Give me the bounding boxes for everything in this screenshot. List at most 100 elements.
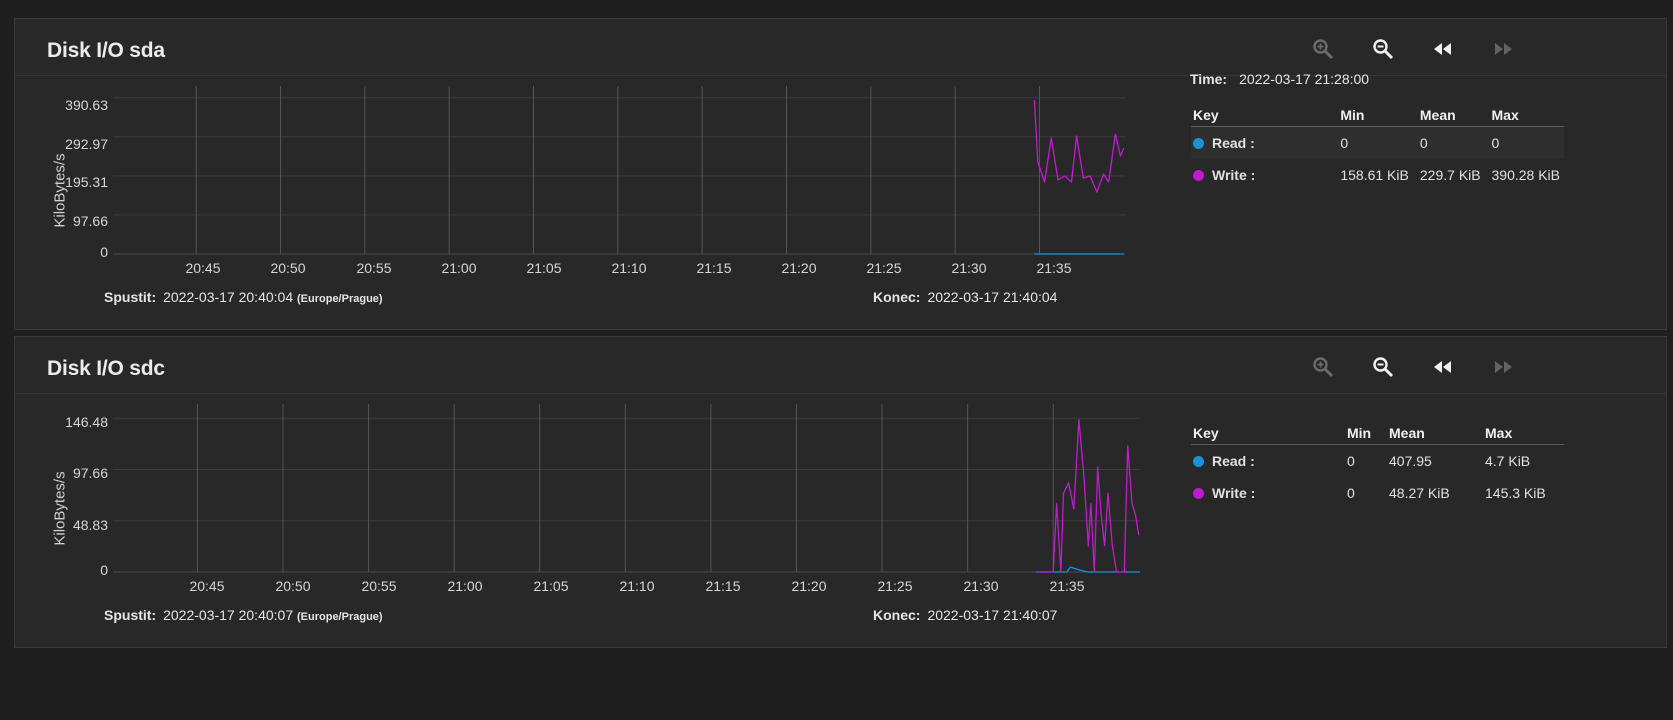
x-tick-label: 21:10 <box>619 578 655 594</box>
start-range: Spustit: 2022-03-17 20:40:07 (Europe/Prag… <box>104 607 390 623</box>
rewind-button[interactable] <box>1429 355 1457 379</box>
x-tick-label: 21:10 <box>611 260 647 276</box>
legend-key-label: Write : <box>1212 485 1256 501</box>
x-tick-label: 21:20 <box>791 578 827 594</box>
chart-panel-sdc: Disk I/O sdc 146.48 97.66 48.83 0 20:45 … <box>14 336 1667 648</box>
legend-max: 390.28 KiB <box>1491 167 1561 183</box>
zoom-out-icon <box>1373 39 1394 60</box>
x-tick-label: 21:30 <box>963 578 999 594</box>
rewind-icon <box>1434 43 1451 55</box>
timezone: (Europe/Prague) <box>297 293 383 305</box>
series-line-write <box>1033 99 1125 193</box>
fast-forward-button[interactable] <box>1489 355 1517 379</box>
legend-max: 0 <box>1489 126 1564 159</box>
legend-mean: 0 <box>1417 126 1490 159</box>
legend-max: 4.7 KiB <box>1485 453 1531 469</box>
x-tick-label: 21:25 <box>877 578 913 594</box>
legend-header-key: Key <box>1191 421 1345 445</box>
end-range: Konec: 2022-03-17 21:40:07 <box>873 607 1057 623</box>
end-label: Konec: <box>873 607 921 623</box>
read-color-dot <box>1193 456 1204 467</box>
legend-row-write[interactable]: Write : 158.61 KiB 229.7 KiB 390.28 KiB <box>1191 159 1564 191</box>
x-tick-label: 21:25 <box>866 260 902 276</box>
y-axis-label: KiloBytes/s <box>51 153 69 228</box>
legend-min: 0 <box>1347 453 1355 469</box>
end-value: 2022-03-17 21:40:04 <box>927 289 1058 305</box>
fast-forward-button[interactable] <box>1489 37 1517 61</box>
end-range: Konec: 2022-03-17 21:40:04 <box>873 289 1057 305</box>
zoom-out-icon <box>1373 357 1394 378</box>
legend-header-max: Max <box>1489 103 1564 127</box>
legend-row-read[interactable]: Read : 0 407.95 4.7 KiB <box>1191 445 1564 478</box>
legend-key: Read : <box>1191 445 1345 478</box>
legend-min: 0 <box>1338 126 1418 159</box>
x-tick-label: 20:55 <box>361 578 397 594</box>
hover-time: Time: 2022-03-17 21:28:00 <box>1190 71 1369 87</box>
write-color-dot <box>1193 170 1204 181</box>
legend-header-max: Max <box>1483 421 1564 445</box>
x-tick-label: 21:15 <box>705 578 741 594</box>
x-tick-label: 20:55 <box>356 260 392 276</box>
legend-mean: 407.95 <box>1389 453 1432 469</box>
legend-header-min: Min <box>1338 103 1418 127</box>
zoom-in-icon <box>1313 39 1334 60</box>
x-tick-label: 21:35 <box>1036 260 1072 276</box>
legend-row-write[interactable]: Write : 0 48.27 KiB 145.3 KiB <box>1191 477 1564 509</box>
end-label: Konec: <box>873 289 921 305</box>
legend-header-min: Min <box>1345 421 1387 445</box>
start-value: 2022-03-17 20:40:07 <box>163 607 294 623</box>
x-tick-label: 20:50 <box>270 260 306 276</box>
fast-forward-icon <box>1495 43 1512 55</box>
x-tick-label: 21:30 <box>951 260 987 276</box>
x-tick-label: 21:15 <box>696 260 732 276</box>
y-tick-label: 390.63 <box>65 97 108 113</box>
legend-key-label: Write : <box>1212 167 1256 183</box>
legend-header-mean: Mean <box>1387 421 1483 445</box>
x-tick-label: 21:00 <box>447 578 483 594</box>
end-value: 2022-03-17 21:40:07 <box>927 607 1058 623</box>
start-range: Spustit: 2022-03-17 20:40:04 (Europe/Prag… <box>104 289 390 305</box>
legend-header-mean: Mean <box>1417 103 1490 127</box>
fast-forward-icon <box>1495 361 1512 373</box>
zoom-out-button[interactable] <box>1369 355 1397 379</box>
y-tick-label: 195.31 <box>65 174 108 190</box>
y-tick-label: 97.66 <box>72 465 108 481</box>
write-color-dot <box>1193 488 1204 499</box>
zoom-in-button[interactable] <box>1309 355 1337 379</box>
y-axis-label: KiloBytes/s <box>51 471 69 546</box>
rewind-button[interactable] <box>1429 37 1457 61</box>
legend-min: 0 <box>1347 485 1355 501</box>
legend-min: 158.61 KiB <box>1340 167 1409 183</box>
y-tick-label: 292.97 <box>65 136 108 152</box>
start-value: 2022-03-17 20:40:04 <box>163 289 294 305</box>
x-tick-label: 20:50 <box>275 578 311 594</box>
x-tick-label: 20:45 <box>189 578 225 594</box>
series-line-write <box>1036 419 1140 573</box>
x-tick-label: 21:05 <box>526 260 562 276</box>
start-label: Spustit: <box>104 289 157 305</box>
y-tick-label: 0 <box>100 562 108 578</box>
line-chart-sda[interactable] <box>15 19 1175 331</box>
y-tick-label: 97.66 <box>72 213 108 229</box>
line-chart-sdc[interactable] <box>15 337 1175 649</box>
read-color-dot <box>1193 138 1204 149</box>
legend-header-key: Key <box>1191 103 1339 127</box>
legend-max: 145.3 KiB <box>1485 485 1546 501</box>
x-tick-label: 21:00 <box>441 260 477 276</box>
start-label: Spustit: <box>104 607 157 623</box>
legend-row-read[interactable]: Read : 0 0 0 <box>1191 126 1564 159</box>
legend-key: Read : <box>1191 126 1339 159</box>
legend-table: Key Min Mean Max Read : 0 0 0 Write : 15… <box>1191 103 1564 191</box>
timezone: (Europe/Prague) <box>297 611 383 623</box>
legend-mean: 48.27 KiB <box>1389 485 1450 501</box>
y-tick-label: 0 <box>100 244 108 260</box>
legend-key: Write : <box>1191 159 1338 191</box>
zoom-in-icon <box>1313 357 1334 378</box>
legend-key-label: Read : <box>1212 135 1255 151</box>
zoom-in-button[interactable] <box>1309 37 1337 61</box>
legend-key-label: Read : <box>1212 453 1255 469</box>
legend-table: Key Min Mean Max Read : 0 407.95 4.7 KiB… <box>1191 421 1564 509</box>
time-label: Time: <box>1190 71 1228 87</box>
chart-panel-sda: Disk I/O sda 390.63 292.97 195.31 97.66 … <box>14 18 1667 330</box>
zoom-out-button[interactable] <box>1369 37 1397 61</box>
